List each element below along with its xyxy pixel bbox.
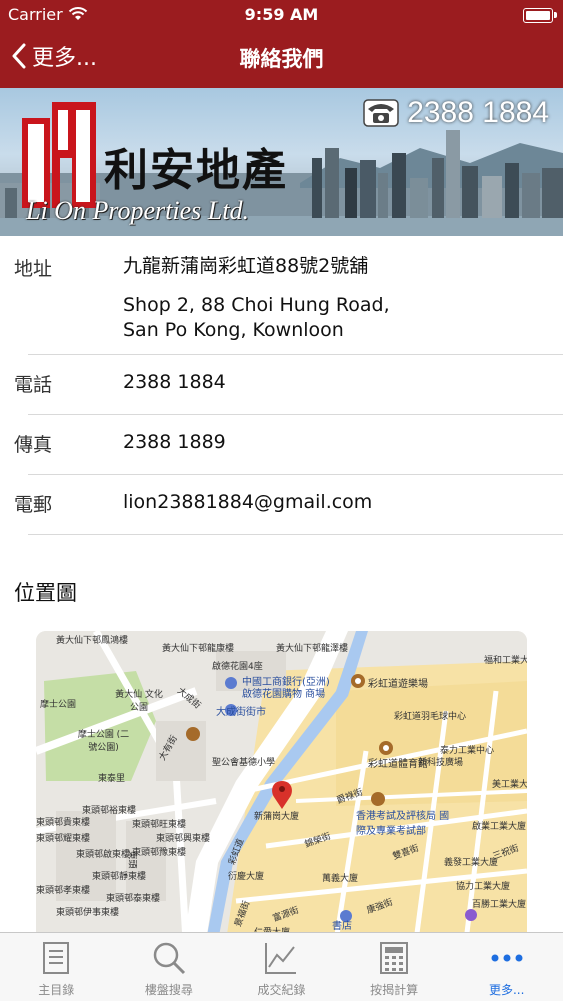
company-name-english: Li On Properties Ltd. <box>26 196 249 225</box>
address-chinese: 九龍新蒲崗彩虹道88號2號舖 <box>123 255 369 277</box>
map-label: 東頭邨興東樓 <box>156 834 211 844</box>
phone-value[interactable]: 2388 1884 <box>123 370 226 395</box>
company-name-chinese: 利安地產 <box>104 145 288 196</box>
line-chart-icon <box>265 943 297 974</box>
page-title: 聯絡我們 <box>239 47 324 71</box>
tab-label: 樓盤搜尋 <box>144 983 193 997</box>
map-label: 彩虹道遊樂場 <box>368 679 428 690</box>
map-label: 黃大仙下邨龍澤樓 <box>276 644 349 654</box>
map-section-title: 位置圖 <box>14 581 77 605</box>
tab-main-menu[interactable]: 主目錄 <box>0 933 113 1001</box>
address-english-line2: San Po Kong, Kownloon <box>123 319 344 341</box>
map-label: 東頭邨耀東樓 <box>36 834 91 844</box>
location-map[interactable]: 黃大仙下邨鳳鴻樓 黃大仙下邨龍康樓 黃大仙下邨龍澤樓 啟德花園4座 中國工商銀行… <box>36 631 527 941</box>
map-label: 黃大仙 文化公園 <box>115 690 163 713</box>
phone-row[interactable]: 電話 2388 1884 <box>14 355 563 415</box>
map-label: 東泰里 <box>98 774 126 784</box>
map-label: 義發工業大廈 <box>444 858 499 868</box>
map-label: 衍慶大廈 <box>228 872 265 882</box>
map-label: 東頭邨裕東樓 <box>82 806 137 816</box>
tab-transactions[interactable]: 成交紀錄 <box>225 933 338 1001</box>
map-label: 東頭邨泰東樓 <box>106 894 161 904</box>
fax-row: 傳真 2388 1889 <box>14 415 563 475</box>
map-label: 百勝工業大廈 <box>472 900 527 910</box>
tab-label: 按揭計算 <box>370 983 419 997</box>
map-label: 東頭邨啟東樓 <box>76 850 131 860</box>
map-label: 東頭邨伊事東樓 <box>56 908 120 918</box>
map-label: 東頭邨旺東樓 <box>132 820 187 830</box>
email-row[interactable]: 電郵 lion23881884@gmail.com <box>14 475 563 535</box>
map-label: 啟德花園購物 商場 <box>242 689 326 700</box>
map-label: 美工業大 <box>492 780 527 790</box>
clock: 9:59 AM <box>244 5 319 24</box>
map-label: 協力工業大廈 <box>456 882 511 892</box>
email-value[interactable]: lion23881884@gmail.com <box>123 490 372 515</box>
phone-label: 電話 <box>14 374 53 396</box>
map-label: 新科技廣場 <box>418 758 464 768</box>
fax-label: 傳真 <box>14 434 53 456</box>
map-label: 彩虹道羽毛球中心 <box>394 712 467 722</box>
map-label: 東頭邨豫東樓 <box>132 848 187 858</box>
map-label: 東頭邨孝東樓 <box>36 886 91 896</box>
street-label: 東頭 <box>126 850 137 869</box>
banner-phone: 2388 1884 <box>363 96 549 130</box>
map-label: 新蒲崗大廈 <box>254 812 300 822</box>
map-label: 香港考試及評核局 國際及專業考試部 <box>356 811 450 837</box>
map-label: 聖公會基德小學 <box>212 758 276 768</box>
more-dots-icon <box>491 954 523 962</box>
tab-bar: 主目錄 樓盤搜尋 成交紀錄 按揭計算 更多... <box>0 932 563 1001</box>
banner-phone-number: 2388 1884 <box>407 96 549 129</box>
status-bar: Carrier 9:59 AM <box>0 0 563 30</box>
list-icon <box>43 942 70 974</box>
search-icon <box>153 942 185 975</box>
tab-property-search[interactable]: 樓盤搜尋 <box>113 933 226 1001</box>
address-english-line1: Shop 2, 88 Choi Hung Road, <box>123 294 390 316</box>
address-english: Shop 2, 88 Choi Hung Road, San Po Kong, … <box>123 293 390 343</box>
map-label: 大成街街市 <box>216 707 266 718</box>
map-label: 黃大仙下邨鳳鴻樓 <box>56 636 129 646</box>
map-label: 東頭邨貴東樓 <box>36 818 91 828</box>
address-label: 地址 <box>14 258 53 280</box>
map-label: 啟業工業大廈 <box>472 822 527 832</box>
tab-more[interactable]: 更多... <box>450 933 563 1001</box>
calculator-icon <box>380 942 409 974</box>
map-label: 萬義大廈 <box>322 874 359 884</box>
tab-label: 更多... <box>488 983 525 997</box>
map-label: 摩士公園 (二號公園) <box>77 730 130 753</box>
email-label: 電郵 <box>14 494 53 516</box>
contact-details: 地址 九龍新蒲崗彩虹道88號2號舖 Shop 2, 88 Choi Hung R… <box>0 236 563 535</box>
top-bar: Carrier 9:59 AM 更多... 聯絡我們 <box>0 0 563 88</box>
address-row: 地址 九龍新蒲崗彩虹道88號2號舖 Shop 2, 88 Choi Hung R… <box>14 236 563 355</box>
battery-icon <box>523 8 557 23</box>
fax-value: 2388 1889 <box>123 431 226 453</box>
tab-mortgage-calculator[interactable]: 按揭計算 <box>338 933 451 1001</box>
map-label: 啟德花園4座 <box>212 662 263 672</box>
telephone-icon <box>363 99 399 127</box>
map-label: 摩士公園 <box>40 700 77 710</box>
map-label: 福和工業大 <box>484 656 527 666</box>
map-label: 書店 <box>332 921 352 932</box>
company-banner: 2388 1884 利安地產 Li On Properties Ltd. <box>0 88 563 236</box>
map-label: 東頭邨靜東樓 <box>92 872 147 882</box>
navigation-bar: 更多... 聯絡我們 <box>0 30 563 88</box>
tab-label: 主目錄 <box>38 983 75 997</box>
map-label: 黃大仙下邨龍康樓 <box>162 644 235 654</box>
tab-label: 成交紀錄 <box>257 983 306 997</box>
